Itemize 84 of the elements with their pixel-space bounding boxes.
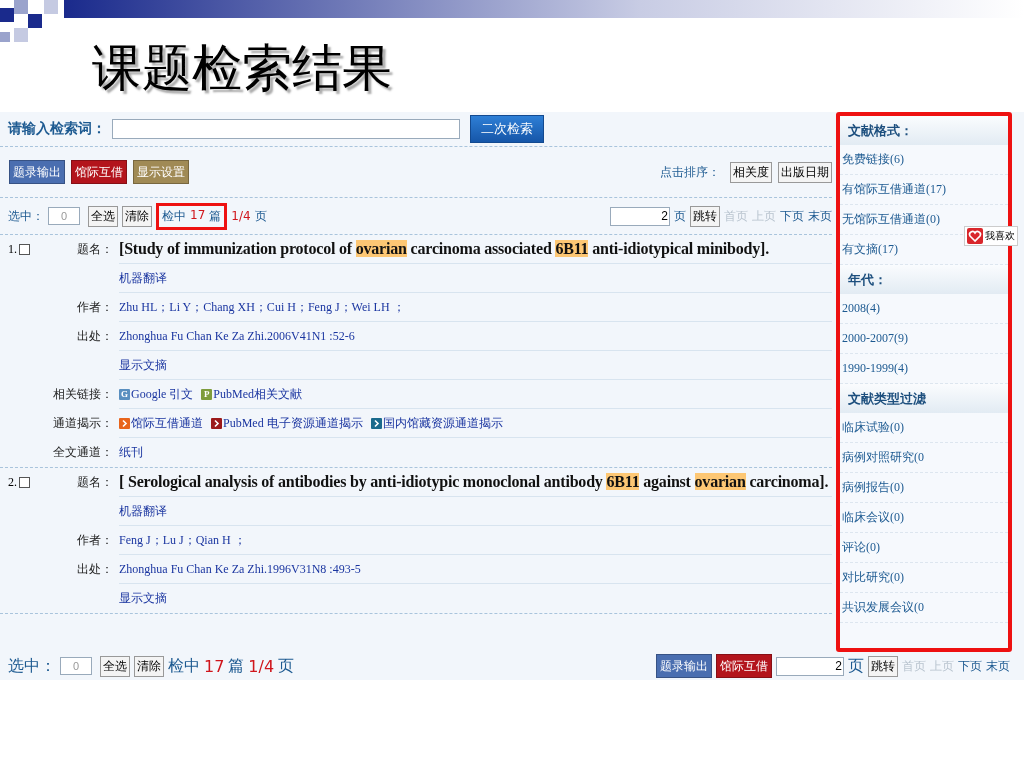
clear-button[interactable]: 清除: [122, 205, 152, 227]
filter-item[interactable]: 有馆际互借通道(17): [840, 175, 1008, 205]
sort-button[interactable]: 出版日期: [778, 161, 832, 183]
resource-link[interactable]: P PubMed相关文献: [201, 385, 302, 403]
letter-icon: G: [119, 388, 130, 400]
hits-count: 17: [190, 207, 206, 224]
field-label: 作者：: [77, 533, 113, 547]
page-count: 1/4: [248, 656, 275, 676]
result-link[interactable]: 机器翻译: [119, 269, 167, 287]
field-label: 通道揭示：: [53, 416, 113, 430]
resource-link[interactable]: 国内馆藏资源通道揭示: [370, 414, 503, 432]
select-all-button[interactable]: 全选: [88, 205, 118, 227]
field-label: 作者：: [77, 300, 113, 314]
like-button[interactable]: 我喜欢: [964, 226, 1018, 246]
page-word: 页: [278, 655, 295, 677]
toolbar-button[interactable]: 馆际互借: [71, 160, 127, 184]
filter-item[interactable]: 对比研究(0): [840, 563, 1008, 593]
toolbar-button[interactable]: 题录输出: [9, 160, 65, 184]
result-link[interactable]: 纸刊: [119, 444, 143, 461]
result-link[interactable]: 显示文摘: [119, 590, 167, 607]
result-field-value[interactable]: Zhonghua Fu Chan Ke Za Zhi.1996V31N8 :493-5: [119, 561, 361, 577]
clear-button[interactable]: 清除: [134, 655, 164, 677]
selected-label: 选中：: [8, 655, 56, 677]
page-link[interactable]: 末页: [808, 207, 832, 225]
resource-link[interactable]: G Google 引文: [119, 385, 194, 403]
result-link[interactable]: 机器翻译: [119, 502, 167, 520]
filter-heading: 文献类型过滤: [840, 384, 1008, 413]
filter-item[interactable]: 2000-2007(9): [840, 324, 1008, 354]
sort-button[interactable]: 相关度: [730, 161, 772, 183]
page-link[interactable]: 下页: [958, 657, 982, 675]
page-link[interactable]: 下页: [780, 207, 804, 225]
page-unit: 页: [674, 207, 686, 225]
filter-item[interactable]: 2008(4): [840, 294, 1008, 324]
resource-link[interactable]: PubMed 电子资源通道揭示: [211, 414, 363, 432]
page-link[interactable]: 末页: [986, 657, 1010, 675]
result-number: 1.: [8, 242, 17, 257]
sort-label: 点击排序：: [660, 163, 720, 181]
toolbar-button[interactable]: 题录输出: [656, 654, 712, 679]
field-label: 相关链接：: [53, 387, 113, 401]
result-link[interactable]: 显示文摘: [119, 356, 167, 374]
result-field-value[interactable]: Zhu HL；Li Y；Chang XH；Cui H；Feng J；Wei LH ；: [119, 298, 405, 316]
search-field[interactable]: [112, 119, 460, 139]
filter-item[interactable]: 免费链接(6): [840, 145, 1008, 175]
filter-heading: 文献格式：: [840, 116, 1008, 145]
result-checkbox[interactable]: [19, 244, 30, 255]
resource-link[interactable]: 馆际互借通道: [119, 414, 203, 432]
hits-count: 17: [204, 656, 225, 676]
go-button[interactable]: 跳转: [690, 205, 720, 227]
filter-item[interactable]: 临床会议(0): [840, 503, 1008, 533]
toolbar-button[interactable]: 馆际互借: [716, 654, 772, 679]
hits-unit: 篇: [228, 655, 245, 677]
filter-item[interactable]: 评论(0): [840, 533, 1008, 563]
result-field-value[interactable]: Zhonghua Fu Chan Ke Za Zhi.2006V41N1 :52-6: [119, 328, 355, 344]
hits-label: 检中: [162, 207, 186, 225]
filter-item[interactable]: 共识发展会议(0: [840, 593, 1008, 623]
page-count: 1/4: [231, 209, 251, 223]
result-title[interactable]: [Study of immunization protocol of ovarian carcinoma associated 6B11 anti-idiotypical minibody].: [119, 240, 770, 258]
search-label: 请输入检索词：: [8, 120, 106, 138]
result-field-value[interactable]: Feng J；Lu J；Qian H ；: [119, 531, 246, 549]
filter-item[interactable]: 临床试验(0): [840, 413, 1008, 443]
hits-label: 检中: [168, 655, 200, 677]
filter-heading: 年代：: [840, 265, 1008, 294]
page-field[interactable]: 2: [776, 656, 844, 676]
field-label: 出处：: [77, 329, 113, 343]
result-title[interactable]: [ Serological analysis of antibodies by anti-idiotypic monoclonal antibody 6B11 against ovarian carcinoma].: [119, 473, 829, 491]
field-label: 题名：: [77, 475, 113, 489]
select-all-button[interactable]: 全选: [100, 655, 130, 677]
field-label: 全文通道：: [53, 445, 113, 459]
hits-unit: 篇: [209, 207, 222, 225]
page-word: 页: [254, 207, 267, 225]
filter-item[interactable]: 病例对照研究(0: [840, 443, 1008, 473]
selected-label: 选中：: [8, 207, 44, 225]
heart-icon: [967, 228, 983, 244]
go-button[interactable]: 跳转: [868, 655, 898, 677]
result-checkbox[interactable]: [19, 477, 30, 488]
field-label: 题名：: [77, 242, 113, 256]
letter-icon: P: [201, 388, 213, 400]
page-unit: 页: [848, 655, 864, 677]
filter-item[interactable]: 病例报告(0): [840, 473, 1008, 503]
result-number: 2.: [8, 475, 17, 490]
search-button[interactable]: 二次检索: [470, 115, 544, 143]
page-field[interactable]: 2: [610, 206, 670, 226]
slide-title: 课题检索结果: [92, 38, 393, 99]
field-label: 出处：: [77, 562, 113, 576]
